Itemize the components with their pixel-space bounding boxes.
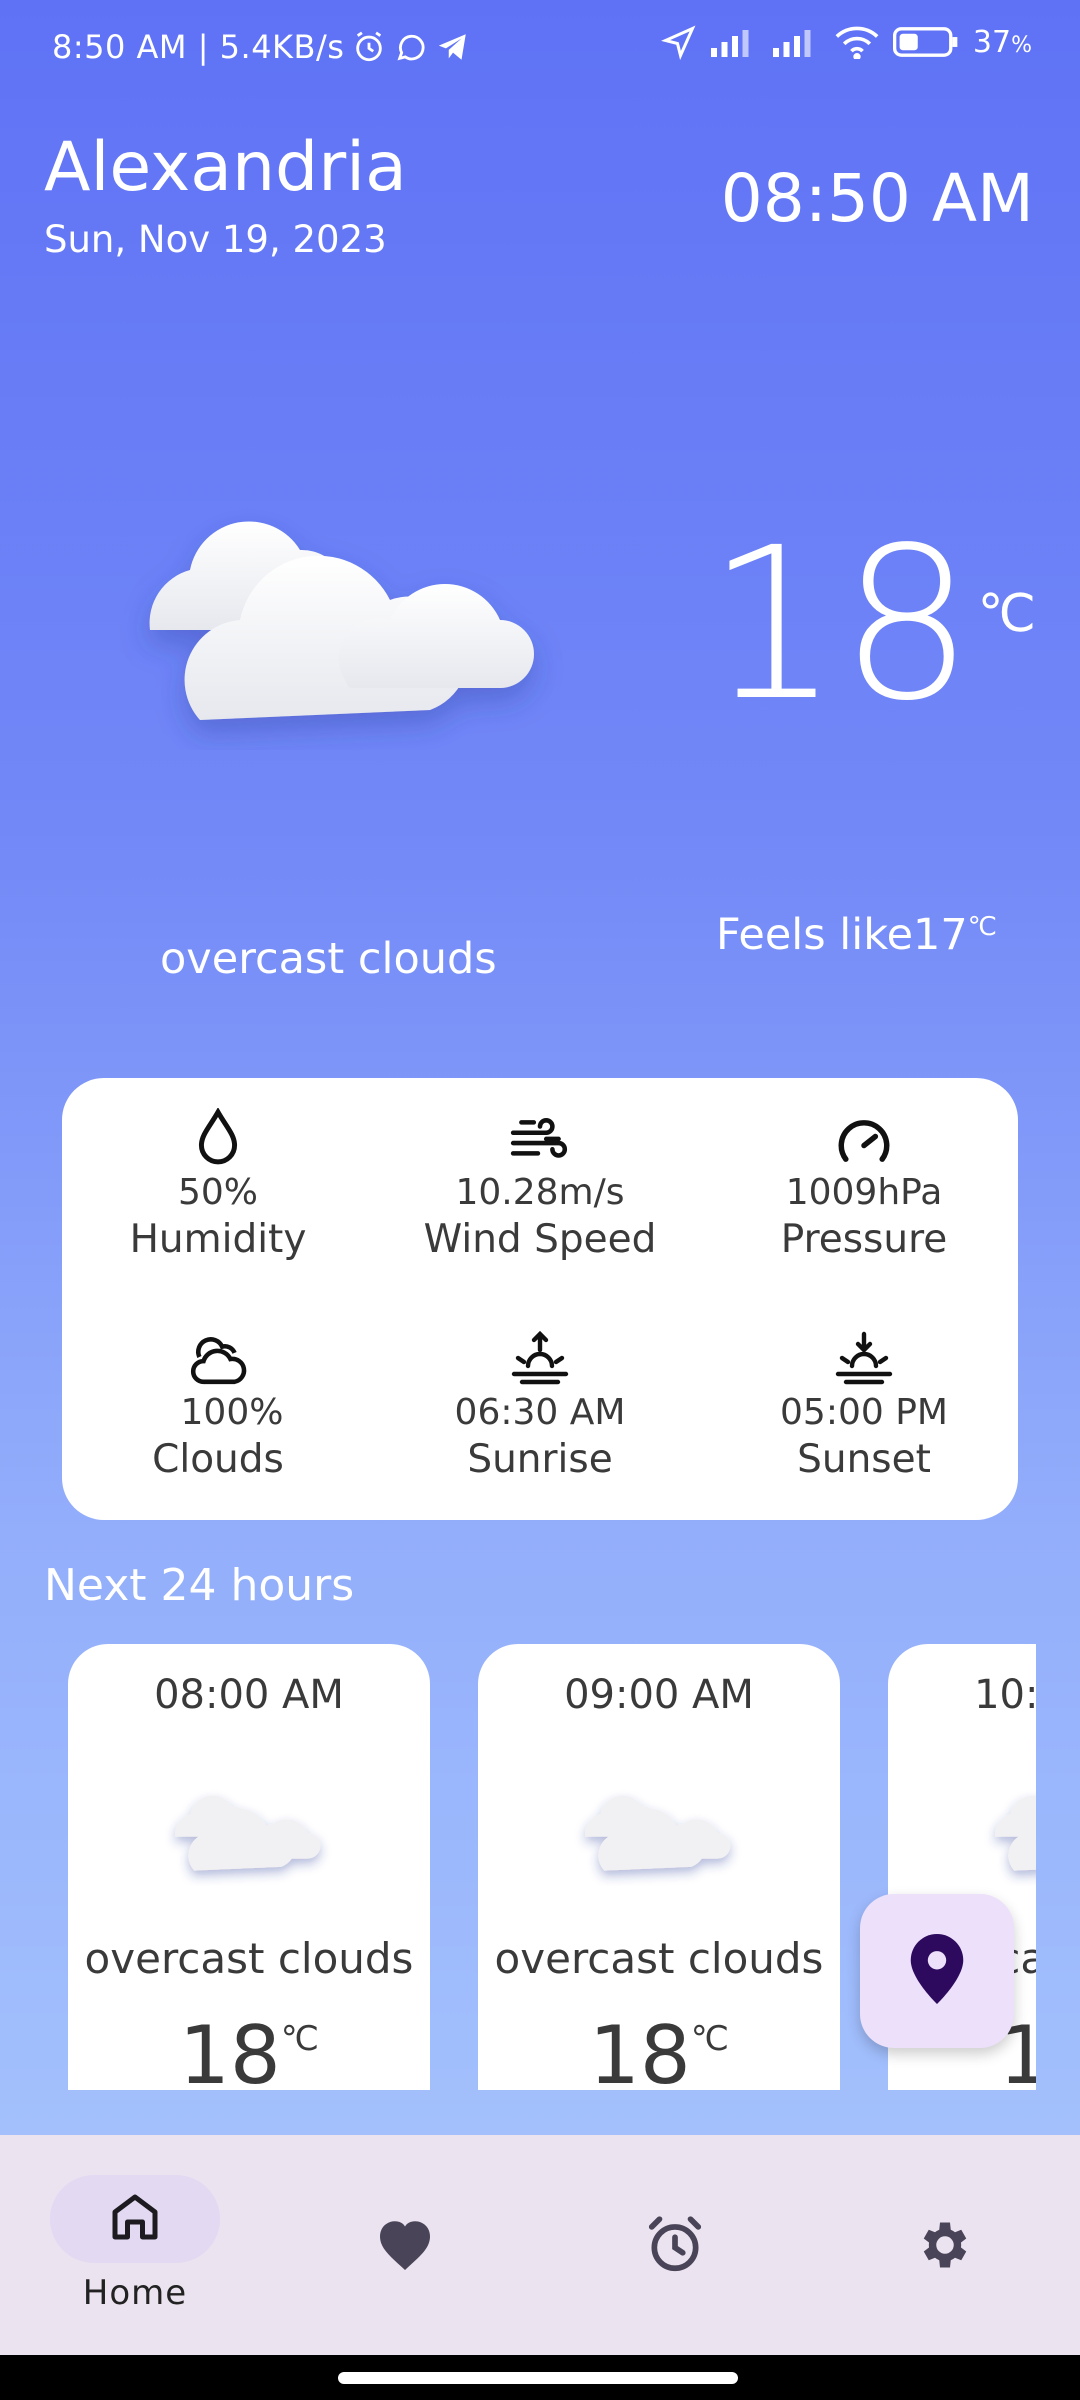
hourly-card[interactable]: 09:00 AM overcast clouds 18 ℃ — [478, 1644, 840, 2090]
home-indicator[interactable] — [338, 2372, 738, 2384]
nav-pill-favorites[interactable] — [320, 2203, 490, 2291]
droplet-icon — [68, 1100, 368, 1166]
detail-pressure: 1009hPa Pressure — [714, 1100, 1014, 1262]
clouds-value: 100% — [180, 1392, 284, 1433]
temperature-value: 18 — [706, 502, 974, 747]
hour-time: 10:00 AM — [974, 1672, 1036, 1718]
weather-screen: 8:50 AM | 5.4KB/s 37% Alexandria Sun, No… — [0, 0, 1080, 2355]
cloud-icon — [120, 480, 570, 750]
temperature-unit: ℃ — [977, 584, 1036, 644]
hour-time: 08:00 AM — [154, 1672, 344, 1718]
alarm-clock-icon — [644, 2214, 706, 2280]
battery-icon — [892, 25, 959, 59]
feels-like: Feels like17 ℃ — [716, 910, 997, 960]
hour-time: 09:00 AM — [564, 1672, 754, 1718]
heart-icon — [375, 2217, 435, 2277]
nav-item-alerts[interactable] — [590, 2175, 760, 2291]
status-time-speed: 8:50 AM | 5.4KB/s — [52, 28, 345, 66]
status-left: 8:50 AM | 5.4KB/s — [52, 28, 470, 66]
pressure-label: Pressure — [780, 1217, 948, 1262]
hour-temperature: 18℃ — [589, 2009, 729, 2090]
map-pin-icon — [910, 1934, 964, 2008]
clouds-label: Clouds — [152, 1437, 284, 1482]
home-icon — [105, 2187, 165, 2251]
detail-clouds: 100% Clouds — [68, 1320, 368, 1482]
gear-icon — [915, 2215, 975, 2279]
status-bar: 8:50 AM | 5.4KB/s 37% — [0, 0, 1080, 100]
bottom-navigation: Home — [0, 2135, 1080, 2355]
sunrise-value: 06:30 AM — [454, 1392, 626, 1433]
hourly-card[interactable]: 08:00 AM overcast clouds 18 ℃ — [68, 1644, 430, 2090]
nav-pill-settings[interactable] — [860, 2203, 1030, 2291]
cloud-icon — [164, 1776, 334, 1886]
sunrise-label: Sunrise — [467, 1437, 613, 1482]
detail-wind-speed: 10.28m/s Wind Speed — [390, 1100, 690, 1262]
current-time: 08:50 AM — [720, 160, 1034, 237]
wind-speed-value: 10.28m/s — [455, 1172, 625, 1213]
hour-description: overcast clouds — [494, 1934, 824, 1983]
wifi-icon — [835, 25, 879, 59]
wind-speed-label: Wind Speed — [423, 1217, 657, 1262]
pressure-value: 1009hPa — [785, 1172, 943, 1213]
current-temperature: 18 ℃ — [706, 520, 1036, 730]
location-fab-button[interactable] — [860, 1894, 1014, 2048]
nav-item-favorites[interactable] — [320, 2175, 490, 2291]
weather-description: overcast clouds — [160, 934, 497, 984]
hour-temperature: 18℃ — [179, 2009, 319, 2090]
detail-sunrise: 06:30 AM Sunrise — [390, 1320, 690, 1482]
weather-details-card: 50% Humidity 10.28m/s Wind Speed 1009hPa… — [62, 1078, 1018, 1520]
nav-pill-alerts[interactable] — [590, 2203, 760, 2291]
nav-pill-home[interactable] — [50, 2175, 220, 2263]
signal-icon — [710, 27, 759, 57]
telegram-icon — [436, 30, 470, 64]
humidity-label: Humidity — [129, 1217, 307, 1262]
sunrise-icon — [390, 1320, 690, 1386]
cloud-icon — [574, 1776, 744, 1886]
sunset-value: 05:00 PM — [780, 1392, 948, 1433]
cloud-icon — [984, 1776, 1036, 1886]
location-arrow-icon — [660, 24, 697, 60]
status-right: 37% — [660, 24, 1032, 60]
hour-description: overcast clouds — [84, 1934, 414, 1983]
next-24-hours-title: Next 24 hours — [44, 1560, 355, 1611]
nav-item-settings[interactable] — [860, 2175, 1030, 2291]
humidity-value: 50% — [177, 1172, 258, 1213]
sunset-label: Sunset — [797, 1437, 931, 1482]
nav-label-home: Home — [82, 2273, 188, 2313]
battery-percent: 37% — [972, 24, 1032, 60]
clouds-icon — [68, 1320, 368, 1386]
nav-item-home[interactable]: Home — [50, 2175, 220, 2313]
detail-sunset: 05:00 PM Sunset — [714, 1320, 1014, 1482]
city-name: Alexandria — [44, 128, 407, 207]
alarm-icon — [352, 30, 386, 64]
wind-icon — [390, 1100, 690, 1166]
sunset-icon — [714, 1320, 1014, 1386]
current-date: Sun, Nov 19, 2023 — [44, 218, 387, 261]
signal-icon — [772, 27, 821, 57]
whatsapp-icon — [394, 30, 428, 64]
gauge-icon — [714, 1100, 1014, 1166]
detail-humidity: 50% Humidity — [68, 1100, 368, 1262]
